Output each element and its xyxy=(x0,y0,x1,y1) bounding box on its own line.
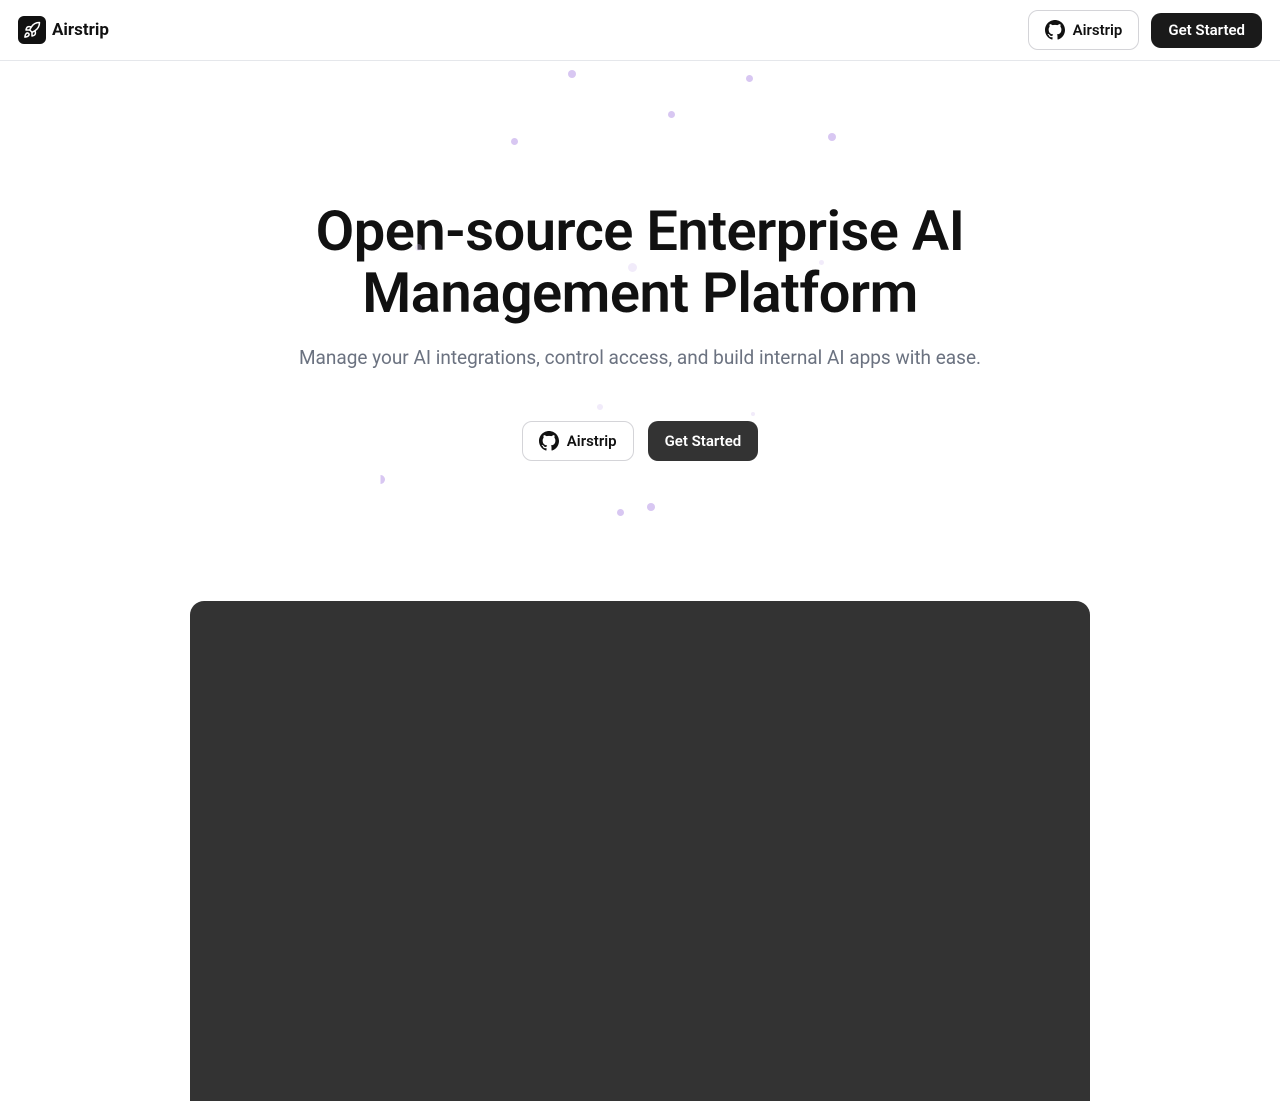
hero-section: Open-source Enterprise AI Management Pla… xyxy=(0,61,1280,1101)
hero-title: Open-source Enterprise AI Management Pla… xyxy=(150,201,1130,324)
github-icon xyxy=(539,431,559,451)
hero-subtitle: Manage your AI integrations, control acc… xyxy=(0,346,1280,369)
hero-get-started-button[interactable]: Get Started xyxy=(648,421,759,461)
hero-github-link[interactable]: Airstrip xyxy=(522,421,634,461)
hero-cta-row: Airstrip Get Started xyxy=(0,421,1280,461)
hero-get-started-label: Get Started xyxy=(665,434,742,449)
product-preview-placeholder xyxy=(190,601,1090,1101)
github-link-label: Airstrip xyxy=(1073,23,1123,38)
header-actions: Airstrip Get Started xyxy=(1028,10,1262,50)
brand-name: Airstrip xyxy=(52,20,109,40)
github-icon xyxy=(1045,20,1065,40)
brand-logo[interactable]: Airstrip xyxy=(18,16,109,44)
github-link[interactable]: Airstrip xyxy=(1028,10,1140,50)
get-started-button[interactable]: Get Started xyxy=(1151,13,1262,48)
get-started-label: Get Started xyxy=(1168,23,1245,38)
rocket-icon xyxy=(18,16,46,44)
site-header: Airstrip Airstrip Get Started xyxy=(0,0,1280,61)
hero-github-label: Airstrip xyxy=(567,434,617,449)
